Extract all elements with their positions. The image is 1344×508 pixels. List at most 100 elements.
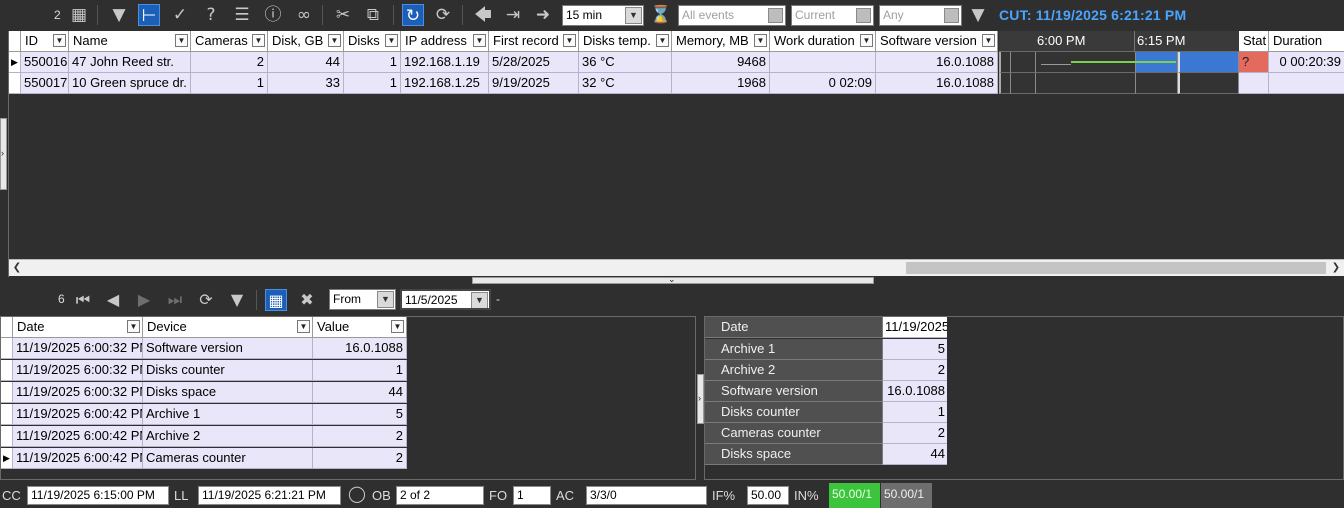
- table-cell[interactable]: Archive 2: [143, 426, 313, 447]
- column-header-disks[interactable]: Disks ▼: [344, 31, 401, 52]
- property-value[interactable]: 5: [882, 339, 947, 360]
- first-page-icon[interactable]: ⏮: [72, 289, 94, 311]
- table-cell[interactable]: 44: [268, 52, 344, 73]
- voicemail-icon[interactable]: ∞: [293, 4, 315, 26]
- chevron-down-icon[interactable]: ▼: [328, 34, 341, 47]
- chevron-down-icon[interactable]: ▼: [982, 34, 995, 47]
- table-cell[interactable]: 36 °C: [579, 52, 672, 73]
- export-excel-icon[interactable]: ✖: [296, 289, 318, 311]
- events-filter-toggle[interactable]: [768, 8, 783, 23]
- chevron-down-icon[interactable]: ▼: [297, 320, 310, 333]
- table-cell[interactable]: 192.168.1.19: [401, 52, 489, 73]
- arrow-left-icon[interactable]: 🡄: [472, 4, 494, 26]
- table-cell[interactable]: 33: [268, 73, 344, 94]
- ob-field[interactable]: 2 of 2: [396, 486, 484, 505]
- table-cell[interactable]: 47 John Reed str.: [69, 52, 191, 73]
- previous-page-icon[interactable]: ◀: [102, 289, 124, 311]
- tree-view-icon[interactable]: ⊢: [138, 4, 160, 26]
- table-cell[interactable]: 11/19/2025 6:00:32 PM: [13, 382, 143, 403]
- chevron-down-icon[interactable]: ▼: [473, 34, 486, 47]
- chevron-down-icon[interactable]: ▼: [471, 292, 488, 308]
- table-cell[interactable]: 550016: [21, 52, 69, 73]
- table-cell[interactable]: 1: [344, 52, 401, 73]
- ac-field[interactable]: 3/3/0: [586, 486, 707, 505]
- any-filter-toggle[interactable]: [944, 8, 959, 23]
- column-header-disks-temp[interactable]: Disks temp. ▼: [579, 31, 672, 52]
- property-value[interactable]: 2: [882, 360, 947, 381]
- scroll-left-icon[interactable]: ❮: [10, 261, 24, 275]
- column-header-status[interactable]: Stat: [1239, 31, 1269, 52]
- last-page-icon[interactable]: ⏭: [164, 289, 186, 311]
- scroll-right-icon[interactable]: ❯: [1329, 261, 1343, 275]
- event-filter-icon[interactable]: ⌛: [650, 4, 672, 26]
- vertical-splitter-handle[interactable]: ›: [697, 374, 704, 424]
- column-header-disk-gb[interactable]: Disk, GB ▼: [268, 31, 344, 52]
- table-cell[interactable]: 2: [191, 52, 268, 73]
- column-header-value[interactable]: Value ▼: [313, 317, 407, 338]
- help-icon[interactable]: ?: [200, 4, 222, 26]
- arrow-to-end-icon[interactable]: ⇥: [502, 4, 524, 26]
- table-cell[interactable]: Archive 1: [143, 404, 313, 425]
- column-header-date[interactable]: Date ▼: [13, 317, 143, 338]
- chevron-down-icon[interactable]: ▼: [175, 34, 188, 47]
- status-badge[interactable]: ?: [1239, 52, 1269, 73]
- chevron-down-icon[interactable]: ▼: [53, 34, 66, 47]
- status-badge[interactable]: [1239, 73, 1269, 94]
- table-cell[interactable]: Disks counter: [143, 360, 313, 381]
- info-icon[interactable]: ⓘ: [262, 4, 284, 26]
- funnel-icon[interactable]: ▼: [226, 289, 248, 311]
- from-date-input[interactable]: 11/5/2025 ▼: [400, 289, 491, 310]
- chevron-down-icon[interactable]: ▼: [127, 320, 140, 333]
- property-value[interactable]: 1: [882, 402, 947, 423]
- left-splitter-handle[interactable]: ›: [0, 118, 7, 190]
- table-cell[interactable]: 11/19/2025 6:00:42 PM: [13, 404, 143, 425]
- funnel-icon[interactable]: ▼: [967, 4, 989, 26]
- refresh-icon[interactable]: ⟳: [195, 289, 217, 311]
- if-field[interactable]: 50.00: [747, 486, 789, 505]
- table-cell[interactable]: 5/28/2025: [489, 52, 579, 73]
- cc-field[interactable]: 11/19/2025 6:15:00 PM: [27, 486, 169, 505]
- chevron-down-icon[interactable]: ▼: [754, 34, 767, 47]
- table-cell[interactable]: [1269, 73, 1344, 94]
- any-filter-input[interactable]: Any: [879, 5, 962, 26]
- chevron-down-icon[interactable]: ▼: [656, 34, 669, 47]
- interval-select[interactable]: 15 min ▼: [562, 5, 644, 26]
- sync-file-icon[interactable]: ↻: [402, 4, 424, 26]
- refresh-icon[interactable]: ⟳: [432, 4, 454, 26]
- table-cell[interactable]: 10 Green spruce dr.: [69, 73, 191, 94]
- table-cell[interactable]: 11/19/2025 6:00:32 PM: [13, 338, 143, 359]
- table-cell[interactable]: 16.0.1088: [876, 52, 998, 73]
- table-cell[interactable]: 11/19/2025 6:00:32 PM: [13, 360, 143, 381]
- table-cell[interactable]: 0 00:20:39: [1269, 52, 1344, 73]
- table-cell[interactable]: Disks space: [143, 382, 313, 403]
- events-filter-input[interactable]: All events: [678, 5, 786, 26]
- table-cell[interactable]: 44: [313, 382, 407, 403]
- table-cell[interactable]: Cameras counter: [143, 448, 313, 469]
- column-header-work-duration[interactable]: Work duration ▼: [770, 31, 876, 52]
- table-cell[interactable]: Software version: [143, 338, 313, 359]
- column-header-memory-mb[interactable]: Memory, MB ▼: [672, 31, 770, 52]
- next-page-icon[interactable]: ▶: [133, 289, 155, 311]
- filter-sort-icon[interactable]: ▼: [108, 4, 130, 26]
- arrow-right-icon[interactable]: ➜: [532, 4, 554, 26]
- chevron-down-icon[interactable]: ▼: [377, 291, 394, 308]
- table-cell[interactable]: [770, 52, 876, 73]
- column-header-id[interactable]: ID ▼: [21, 31, 69, 52]
- property-value[interactable]: 16.0.1088: [882, 381, 947, 402]
- horizontal-splitter-handle[interactable]: ⌄: [472, 274, 874, 284]
- table-cell[interactable]: 1968: [672, 73, 770, 94]
- table-cell[interactable]: 1: [191, 73, 268, 94]
- table-cell[interactable]: 11/19/2025 6:00:42 PM: [13, 448, 143, 469]
- timeline-active-segment[interactable]: [1136, 52, 1178, 73]
- scrollbar-thumb[interactable]: [906, 262, 1326, 274]
- ll-field[interactable]: 11/19/2025 6:21:21 PM: [198, 486, 341, 505]
- table-cell[interactable]: 5: [313, 404, 407, 425]
- fo-field[interactable]: 1: [513, 486, 551, 505]
- property-value[interactable]: 11/19/2025: [882, 317, 947, 338]
- time-filter-input[interactable]: Current: [791, 5, 874, 26]
- chevron-down-icon[interactable]: ▼: [391, 320, 404, 333]
- table-cell[interactable]: 2: [313, 448, 407, 469]
- table-cell[interactable]: 0 02:09: [770, 73, 876, 94]
- property-value[interactable]: 44: [882, 444, 947, 465]
- column-header-software-version[interactable]: Software version ▼: [876, 31, 998, 52]
